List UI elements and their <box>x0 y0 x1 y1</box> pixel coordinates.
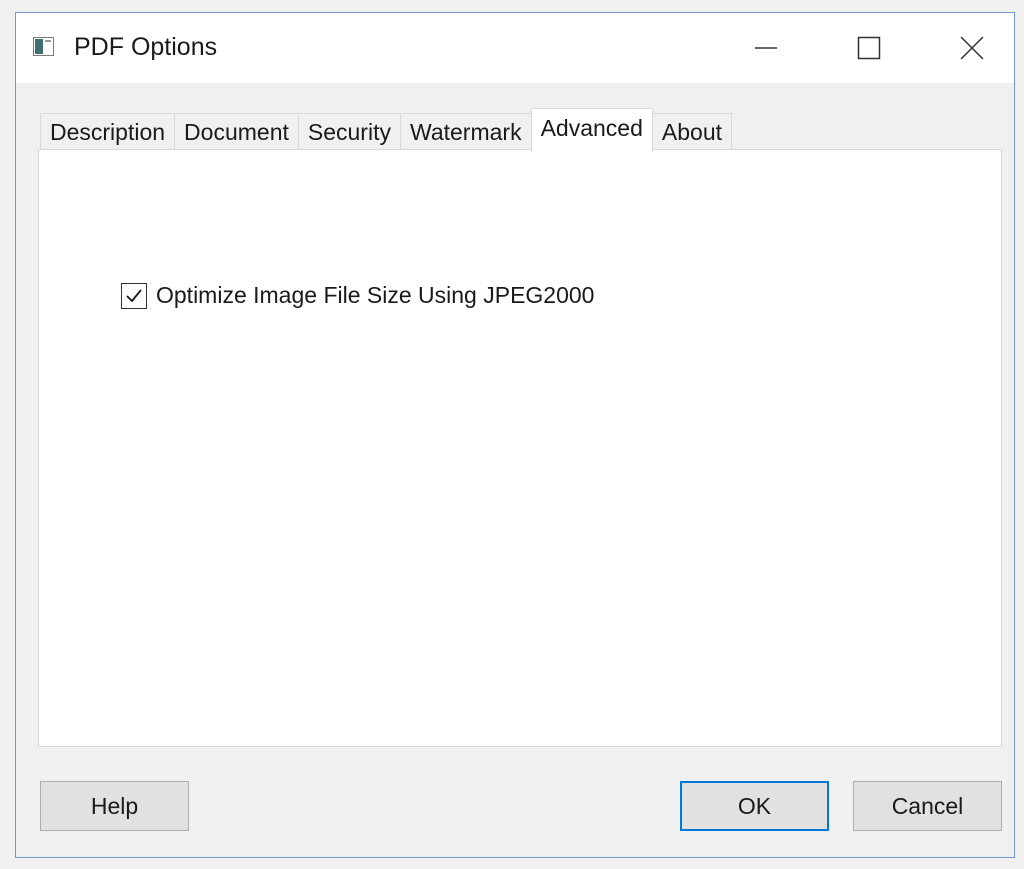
pdf-options-dialog: PDF Options Description Document Securit… <box>15 12 1015 858</box>
optimize-jpeg2000-option[interactable]: Optimize Image File Size Using JPEG2000 <box>121 282 594 309</box>
tab-security[interactable]: Security <box>297 113 401 151</box>
tab-watermark[interactable]: Watermark <box>399 113 532 151</box>
minimize-icon <box>755 47 777 49</box>
title-bar[interactable]: PDF Options <box>16 13 1014 83</box>
tab-about[interactable]: About <box>651 113 732 151</box>
tab-strip: Description Document Security Watermark … <box>40 108 732 152</box>
tab-advanced[interactable]: Advanced <box>530 108 653 152</box>
window-title: PDF Options <box>74 33 218 61</box>
minimize-button[interactable] <box>716 13 816 83</box>
ok-button[interactable]: OK <box>680 781 829 831</box>
close-icon <box>960 36 984 60</box>
advanced-tab-panel: Optimize Image File Size Using JPEG2000 <box>38 149 1002 747</box>
maximize-button[interactable] <box>819 13 919 83</box>
help-button[interactable]: Help <box>40 781 189 831</box>
optimize-jpeg2000-label[interactable]: Optimize Image File Size Using JPEG2000 <box>156 282 594 309</box>
checkmark-icon <box>126 288 142 302</box>
tab-description[interactable]: Description <box>40 113 176 151</box>
close-button[interactable] <box>922 13 1022 83</box>
maximize-icon <box>857 36 881 60</box>
optimize-jpeg2000-checkbox[interactable] <box>121 282 147 309</box>
cancel-button[interactable]: Cancel <box>853 781 1002 831</box>
tab-document[interactable]: Document <box>174 113 299 151</box>
app-window-icon <box>33 37 54 56</box>
